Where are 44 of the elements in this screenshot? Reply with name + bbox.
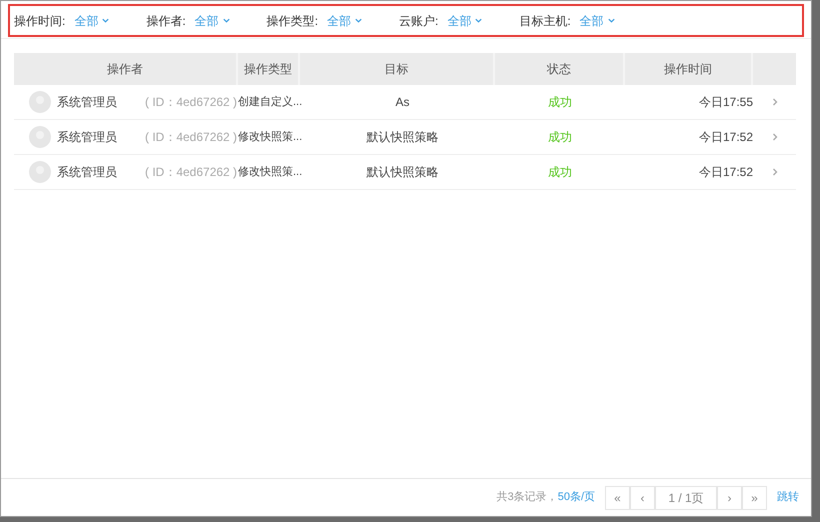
record-count: 共3条记录， <box>496 490 558 506</box>
target: As <box>394 94 410 111</box>
page-indicator: 1 / 1页 <box>655 486 717 510</box>
filter-dropdown[interactable]: 全部 <box>447 12 484 30</box>
filter-label: 操作类型: <box>266 12 318 30</box>
chevron-down-icon <box>606 16 616 25</box>
status: 成功 <box>547 129 573 146</box>
operator-name: 系统管理员 <box>57 94 118 111</box>
chevron-down-icon <box>222 16 231 25</box>
avatar-icon <box>29 91 51 113</box>
target: 默认快照策略 <box>366 164 440 181</box>
chevron-down-icon <box>101 16 110 25</box>
operator-id: ( ID：4ed67262 ) <box>145 94 238 111</box>
filter-dropdown[interactable]: 全部 <box>580 12 616 30</box>
filter-label: 操作时间: <box>14 12 66 30</box>
filter-label: 目标主机: <box>519 12 571 30</box>
filter-label: 操作者: <box>146 12 186 30</box>
operator-id: ( ID：4ed67262 ) <box>145 129 238 146</box>
filter-label: 云账户: <box>399 12 438 30</box>
status: 成功 <box>547 94 573 111</box>
operation-time: 今日17:52 <box>698 129 753 146</box>
previous-page-button[interactable]: ‹ <box>630 486 655 510</box>
operation-type: 修改快照策... <box>238 164 304 180</box>
operator-id: ( ID：4ed67262 ) <box>145 164 238 181</box>
chevron-down-icon <box>474 16 484 25</box>
operation-type: 创建自定义... <box>238 94 304 110</box>
operator-name: 系统管理员 <box>57 129 118 146</box>
operation-time: 今日17:52 <box>698 164 753 181</box>
chevron-down-icon <box>354 16 364 25</box>
filter-dropdown[interactable]: 全部 <box>327 12 364 30</box>
filter-dropdown[interactable]: 全部 <box>74 12 110 30</box>
operator-name: 系统管理员 <box>57 164 118 181</box>
last-page-button[interactable]: » <box>742 486 767 510</box>
jump-link[interactable]: 跳转 <box>777 489 799 506</box>
target: 默认快照策略 <box>366 129 440 146</box>
next-page-button[interactable]: › <box>717 486 742 510</box>
avatar-icon <box>29 126 51 148</box>
page-size-link[interactable]: 50条/页 <box>558 489 595 506</box>
first-page-button[interactable]: « <box>605 486 630 510</box>
status: 成功 <box>547 164 573 181</box>
avatar-icon <box>29 161 51 183</box>
operation-time: 今日17:55 <box>698 94 753 111</box>
operation-type: 修改快照策... <box>238 130 304 145</box>
filter-dropdown[interactable]: 全部 <box>194 12 231 30</box>
